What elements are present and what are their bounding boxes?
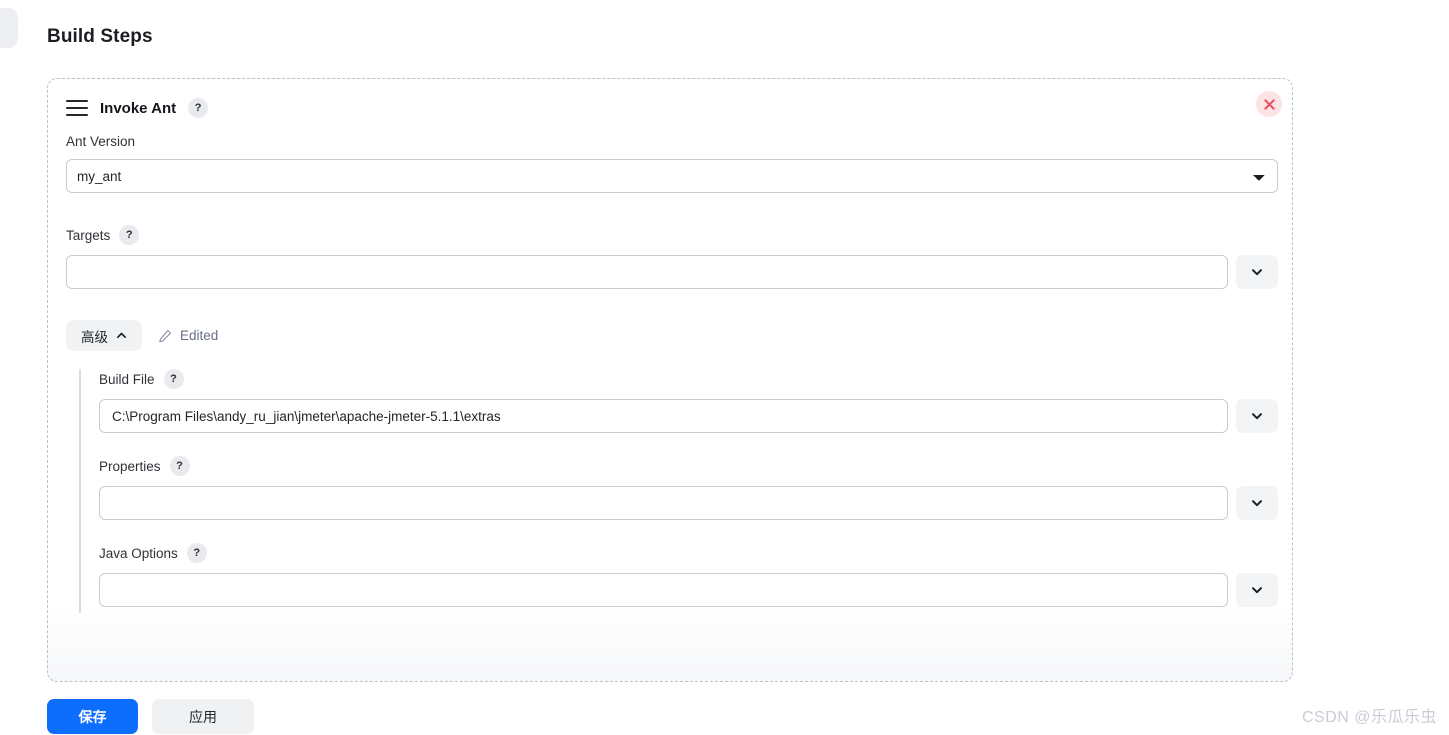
targets-label: Targets ? [66,225,1278,245]
question-mark-icon-build-file[interactable]: ? [163,369,184,389]
java-options-expand-button[interactable] [1236,573,1278,607]
build-step-header: Invoke Ant ? [66,93,209,123]
properties-input-row [99,486,1278,520]
chevron-down-icon [1252,587,1262,594]
edited-status: Edited [158,328,218,343]
hamburger-drag-icon[interactable] [66,100,88,116]
field-targets: Targets ? [66,225,1278,289]
java-options-label-text: Java Options [99,545,178,561]
targets-input[interactable] [66,255,1228,289]
chevron-up-icon [117,332,126,338]
page-title: Build Steps [47,26,153,47]
java-options-label: Java Options ? [99,543,1278,563]
pencil-icon [159,329,171,342]
targets-expand-button[interactable] [1236,255,1278,289]
save-button[interactable]: 保存 [47,699,138,734]
footer-actions: 保存 应用 [47,699,254,734]
question-mark-icon-java-options[interactable]: ? [186,543,207,563]
question-mark-icon-step[interactable]: ? [188,98,209,118]
java-options-input-row [99,573,1278,607]
java-options-input[interactable] [99,573,1228,607]
build-step-title: Invoke Ant [100,99,177,117]
build-file-label-text: Build File [99,371,155,387]
build-file-label: Build File ? [99,369,1278,389]
build-file-input-row [99,399,1278,433]
advanced-section: Build File ? Properties ? [79,369,1278,613]
targets-label-text: Targets [66,227,111,243]
build-file-input[interactable] [99,399,1228,433]
advanced-toggle-label: 高级 [81,329,108,345]
close-button[interactable] [1256,91,1282,117]
chevron-down-icon [1252,269,1262,276]
targets-input-row [66,255,1278,289]
field-build-file: Build File ? [99,369,1278,433]
build-file-expand-button[interactable] [1236,399,1278,433]
properties-expand-button[interactable] [1236,486,1278,520]
chevron-down-icon [1252,413,1262,420]
ant-version-label-text: Ant Version [66,134,136,149]
corner-panel-stub [0,8,18,48]
question-mark-icon-properties[interactable]: ? [169,456,190,476]
ant-version-label: Ant Version [66,134,1278,149]
properties-label-text: Properties [99,458,161,474]
apply-button[interactable]: 应用 [152,699,254,734]
watermark: CSDN @乐瓜乐虫 [1301,709,1437,726]
edited-label: Edited [180,328,219,343]
field-properties: Properties ? [99,456,1278,520]
build-steps-page: Build Steps Invoke Ant ? Ant Version my_… [0,0,1449,735]
question-mark-icon-targets[interactable]: ? [119,225,140,245]
chevron-down-icon [1252,500,1262,507]
field-ant-version: Ant Version my_ant [66,134,1278,193]
build-step-card-invoke-ant: Invoke Ant ? Ant Version my_ant Targets … [47,78,1293,682]
properties-input[interactable] [99,486,1228,520]
advanced-row: 高级 Edited [66,320,218,351]
close-x-icon [1263,98,1275,110]
ant-version-select[interactable]: my_ant [66,159,1278,193]
advanced-toggle-button[interactable]: 高级 [66,320,142,351]
properties-label: Properties ? [99,456,1278,476]
field-java-options: Java Options ? [99,543,1278,607]
